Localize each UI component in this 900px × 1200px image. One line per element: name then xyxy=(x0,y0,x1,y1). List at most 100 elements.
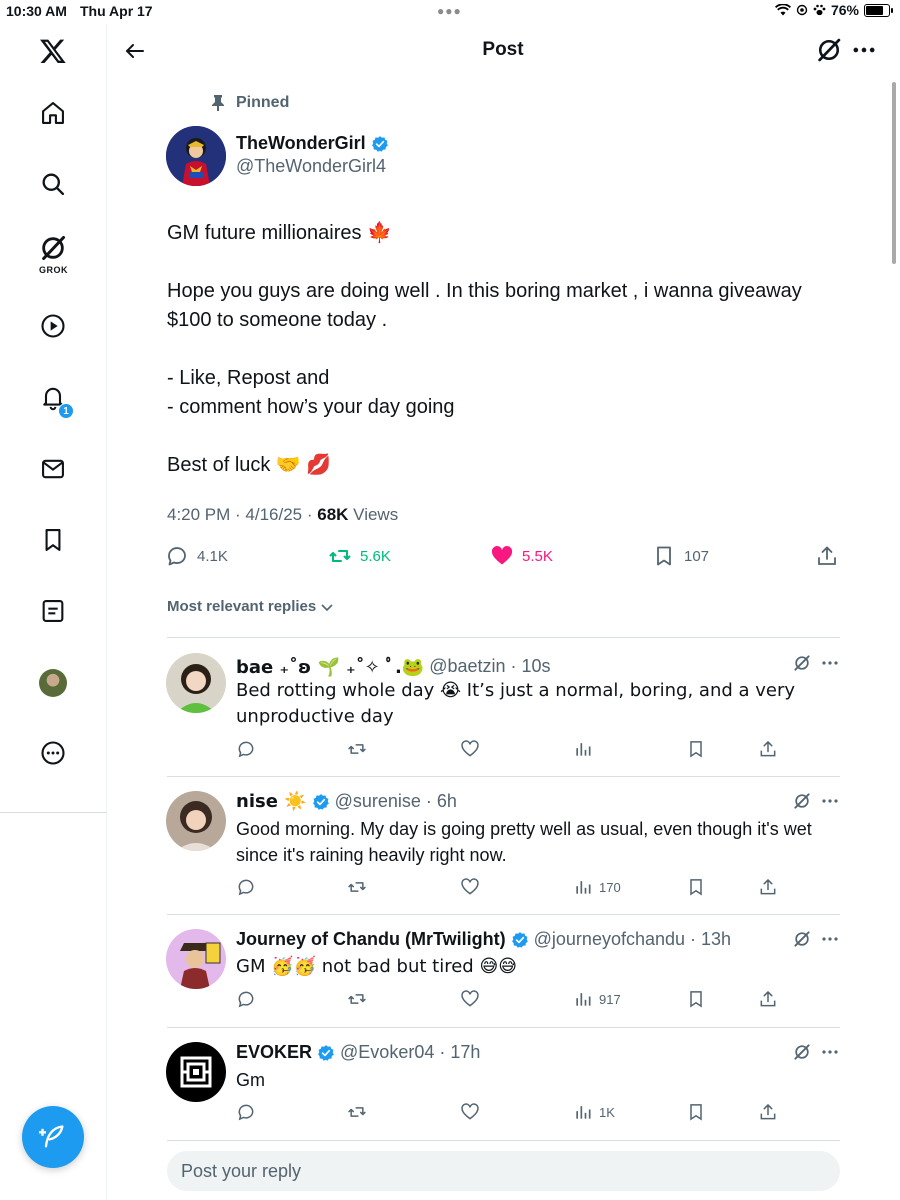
reply-author-name[interactable]: EVOKER xyxy=(236,1042,312,1063)
bookmarks-icon[interactable] xyxy=(36,523,70,557)
post-body: GM future millionaires 🍁 Hope you guys a… xyxy=(167,222,802,476)
share-icon xyxy=(760,991,776,1007)
lists-icon[interactable] xyxy=(36,594,70,628)
like-button[interactable] xyxy=(460,1102,480,1122)
reply-item[interactable]: bae ₊˚ʚ 🌱 ₊˚✧ ﾟ.🐸 @baetzin · 10s Bed rot… xyxy=(166,653,840,763)
share-button[interactable] xyxy=(758,739,778,759)
analytics-icon xyxy=(576,881,591,894)
back-button[interactable] xyxy=(120,36,150,66)
share-button[interactable] xyxy=(758,1102,778,1122)
pin-icon xyxy=(212,95,224,111)
like-button[interactable] xyxy=(460,877,480,897)
reply-avatar[interactable] xyxy=(166,1042,226,1102)
bookmark-button[interactable] xyxy=(686,877,706,897)
views-button[interactable] xyxy=(573,739,599,759)
reply-text: Bed rotting whole day 😭 It’s just a norm… xyxy=(236,680,796,727)
reply-item[interactable]: EVOKER @Evoker04 · 17h Gm 1K xyxy=(166,1042,840,1127)
heart-icon xyxy=(461,878,479,895)
messages-icon[interactable] xyxy=(36,452,70,486)
more-options-icon[interactable] xyxy=(850,36,878,64)
repost-button[interactable] xyxy=(347,739,367,759)
video-icon[interactable] xyxy=(36,309,70,343)
reply-count: 4.1K xyxy=(197,547,228,565)
x-logo-icon[interactable] xyxy=(36,34,70,68)
repost-button[interactable] xyxy=(347,989,367,1009)
more-icon[interactable] xyxy=(36,736,70,770)
views-button[interactable]: 170 xyxy=(573,877,621,897)
paw-icon xyxy=(813,4,826,16)
reply-author-handle[interactable]: @journeyofchandu · 13h xyxy=(534,929,731,950)
heart-icon xyxy=(461,740,479,757)
reply-button[interactable]: 4.1K xyxy=(165,544,228,568)
reply-composer[interactable] xyxy=(167,1151,840,1191)
views-button[interactable]: 917 xyxy=(573,989,621,1009)
repost-icon xyxy=(348,994,366,1004)
reply-avatar[interactable] xyxy=(166,791,226,851)
like-button[interactable] xyxy=(460,739,480,759)
reply-author-handle[interactable]: @surenise · 6h xyxy=(335,791,457,812)
verified-badge-icon xyxy=(318,1044,334,1061)
reply-item[interactable]: nise ☀️ @surenise · 6h Good morning. My … xyxy=(166,791,840,901)
reply-avatar[interactable] xyxy=(166,653,226,713)
share-button[interactable] xyxy=(758,877,778,897)
reply-text: GM 🥳🥳 not bad but tired 😅😅 xyxy=(236,956,517,977)
home-icon[interactable] xyxy=(36,96,70,130)
grok-icon[interactable] xyxy=(792,653,812,673)
share-button[interactable] xyxy=(815,544,839,568)
repost-button[interactable] xyxy=(347,1102,367,1122)
grok-icon[interactable] xyxy=(792,929,812,949)
more-options-icon[interactable] xyxy=(820,655,840,671)
reply-author-handle[interactable]: @Evoker04 · 17h xyxy=(340,1042,480,1063)
bookmark-button[interactable] xyxy=(686,1102,706,1122)
grok-icon[interactable] xyxy=(36,231,70,265)
divider xyxy=(167,776,840,777)
sidebar-divider xyxy=(0,812,107,813)
bookmark-button[interactable] xyxy=(686,989,706,1009)
like-button[interactable] xyxy=(460,989,480,1009)
reply-author-name[interactable]: Journey of Chandu (MrTwilight) xyxy=(236,929,506,950)
bookmark-button[interactable]: 107 xyxy=(652,544,709,568)
grok-header-icon[interactable] xyxy=(815,36,843,64)
author-handle[interactable]: @TheWonderGirl4 xyxy=(236,156,386,177)
bookmark-button[interactable] xyxy=(686,739,706,759)
reply-item[interactable]: Journey of Chandu (MrTwilight) @journeyo… xyxy=(166,929,840,1014)
more-options-icon[interactable] xyxy=(820,1044,840,1060)
reply-icon xyxy=(238,1104,254,1121)
post-time[interactable]: 4:20 PM · 4/16/25 · xyxy=(167,505,317,524)
grok-icon[interactable] xyxy=(792,1042,812,1062)
reply-button[interactable] xyxy=(236,877,256,897)
like-button[interactable]: 5.5K xyxy=(490,544,553,568)
profile-avatar[interactable] xyxy=(39,669,67,697)
heart-icon xyxy=(461,1103,479,1120)
multitasking-dots-icon[interactable]: ●●● xyxy=(437,4,462,18)
reply-button[interactable] xyxy=(236,1102,256,1122)
reply-author-handle[interactable]: @baetzin · 10s xyxy=(429,656,550,677)
reply-author-name[interactable]: bae ₊˚ʚ 🌱 ₊˚✧ ﾟ.🐸 xyxy=(236,653,424,679)
post-actions: 4.1K 5.6K 5.5K 107 xyxy=(165,544,841,572)
author-avatar[interactable] xyxy=(166,126,226,186)
grok-icon[interactable] xyxy=(792,791,812,811)
more-options-icon[interactable] xyxy=(820,793,840,809)
scrollbar[interactable] xyxy=(892,82,896,264)
views-button[interactable]: 1K xyxy=(573,1102,615,1122)
reply-button[interactable] xyxy=(236,989,256,1009)
compose-post-button[interactable] xyxy=(22,1106,84,1168)
verified-badge-icon xyxy=(371,135,388,152)
replies-sort-dropdown[interactable]: Most relevant replies xyxy=(167,598,334,615)
author-name[interactable]: TheWonderGirl xyxy=(236,133,389,154)
reply-button[interactable] xyxy=(236,739,256,759)
reply-text: Good morning. My day is going pretty wel… xyxy=(236,819,812,865)
divider xyxy=(167,637,840,638)
reply-input[interactable] xyxy=(167,1151,840,1191)
reply-actions: 917 xyxy=(236,989,776,1011)
search-icon[interactable] xyxy=(36,167,70,201)
share-button[interactable] xyxy=(758,989,778,1009)
notification-badge: 1 xyxy=(58,403,74,419)
reply-author-name[interactable]: nise ☀️ xyxy=(236,791,307,812)
reply-avatar[interactable] xyxy=(166,929,226,989)
sidebar: GROK 1 xyxy=(0,24,107,1200)
repost-button[interactable]: 5.6K xyxy=(328,544,391,568)
more-options-icon[interactable] xyxy=(820,931,840,947)
analytics-icon xyxy=(576,1106,591,1119)
repost-button[interactable] xyxy=(347,877,367,897)
